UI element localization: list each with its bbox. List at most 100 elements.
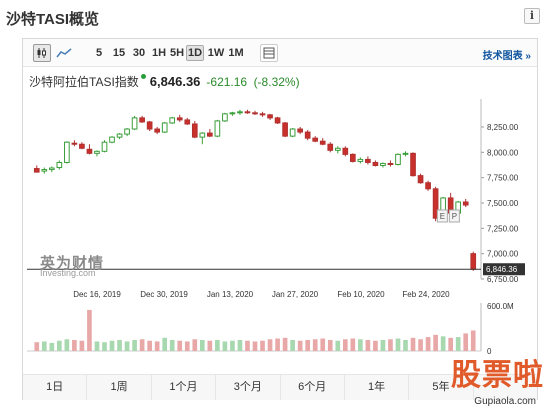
volume-bar: [297, 340, 303, 351]
volume-bar: [57, 340, 62, 351]
page-title: 沙特TASI概览: [6, 11, 100, 28]
volume-bar: [124, 341, 130, 351]
volume-bar: [215, 340, 220, 351]
info-icon[interactable]: i: [524, 8, 540, 24]
volume-bar: [388, 339, 393, 351]
volume-bar: [132, 340, 137, 351]
candle-body: [48, 167, 55, 171]
y-tick-label: 8,000.00: [487, 148, 519, 157]
candle-body: [410, 152, 416, 177]
candle-body: [274, 117, 281, 124]
candle-body: [109, 136, 115, 143]
candle-body: [184, 119, 191, 125]
candle-body: [470, 253, 477, 270]
candle-body: [267, 114, 273, 119]
candle-body: [64, 141, 70, 163]
volume-bar: [312, 339, 318, 351]
volume-bar: [305, 340, 311, 351]
candle-body: [154, 128, 161, 133]
volume-bar: [342, 339, 348, 351]
candle-body: [131, 117, 138, 130]
volume-bar: [380, 340, 386, 351]
volume-bar: [290, 340, 295, 351]
volume-bar: [327, 340, 333, 351]
candle-body: [146, 121, 153, 130]
candle-body: [94, 150, 100, 154]
volume-bar: [395, 338, 401, 351]
volume-bar: [199, 340, 205, 351]
gupiaola-stamp: 股票啦: [451, 358, 544, 393]
volume-bar: [102, 342, 107, 351]
range-tab-1w[interactable]: 1周: [87, 375, 152, 400]
volume-bar: [34, 342, 40, 351]
volume-bar: [139, 339, 145, 351]
range-tab-6m[interactable]: 6个月: [281, 375, 345, 400]
candle-body: [380, 162, 386, 167]
candle-body: [387, 162, 394, 165]
candle-body: [365, 158, 371, 163]
candle-body: [425, 182, 431, 190]
volume-bar: [267, 339, 273, 351]
volume-bar: [177, 340, 183, 351]
volume-bar: [169, 340, 175, 351]
candle-body: [214, 120, 221, 137]
volume-bar: [192, 339, 198, 351]
volume-bar: [41, 341, 47, 351]
volume-bar: [275, 338, 280, 351]
candle-body: [312, 137, 319, 142]
candle-body: [462, 201, 469, 206]
candle-body: [176, 117, 183, 121]
chart-widget: 5 15 30 1H 5H 1D 1W 1M 技术图表 » 沙特阿拉伯TASI指…: [22, 38, 538, 400]
x-tick-label: Dec 30, 2019: [140, 290, 188, 299]
price-chart[interactable]: 8,250.00 8,000.00 7,750.00 7,500.00 7,250.00…: [23, 39, 537, 374]
range-tab-1y[interactable]: 1年: [345, 375, 410, 400]
volume-bar: [154, 341, 160, 351]
candle-body: [161, 122, 168, 133]
candle-body: [229, 112, 236, 115]
candle-body: [33, 168, 40, 173]
candle-body: [191, 123, 198, 138]
volume-bar: [425, 337, 431, 351]
candle-body: [252, 112, 258, 115]
y-tick-label: 7,750.00: [487, 174, 519, 183]
x-tick-label: Jan 13, 2020: [207, 290, 254, 299]
volume-bar: [350, 338, 356, 351]
investing-watermark-sub: Investing.com: [40, 268, 96, 278]
candle-body: [101, 141, 108, 152]
candle-body: [244, 111, 251, 114]
candle-body: [139, 117, 145, 123]
volume-bar: [64, 339, 70, 351]
y-tick-label: 7,500.00: [487, 199, 519, 208]
volume-bar: [117, 340, 122, 351]
x-tick-label: Feb 10, 2020: [337, 290, 385, 299]
candle-body: [349, 153, 356, 162]
volume-tick-label: 600.0M: [487, 302, 514, 311]
range-tab-1d[interactable]: 1日: [23, 375, 88, 400]
volume-bar: [162, 337, 168, 351]
volume-bar: [230, 340, 235, 351]
volume-bar: [207, 340, 213, 351]
volume-bar: [109, 340, 115, 351]
volume-bar: [147, 340, 152, 351]
volume-bar: [237, 340, 243, 351]
volume-bar: [455, 337, 461, 351]
candle-body: [116, 133, 123, 138]
candle-body: [124, 128, 130, 135]
y-tick-label: 7,250.00: [487, 224, 519, 233]
candle-body: [395, 153, 401, 165]
event-marker: P: [452, 212, 457, 221]
range-tab-3m[interactable]: 3个月: [216, 375, 281, 400]
candle-body: [169, 117, 176, 124]
y-tick-label: 7,000.00: [487, 250, 519, 259]
volume-bar: [463, 333, 469, 351]
volume-bar: [260, 340, 265, 351]
volume-bar: [87, 309, 92, 351]
volume-bar: [320, 338, 326, 351]
volume-bar: [252, 341, 258, 351]
volume-bar: [418, 339, 423, 351]
range-tab-1m[interactable]: 1个月: [152, 375, 217, 400]
volume-bar: [72, 340, 77, 351]
volume-bar: [358, 339, 363, 351]
candle-body: [259, 113, 266, 116]
y-tick-label: 8,250.00: [487, 123, 519, 132]
